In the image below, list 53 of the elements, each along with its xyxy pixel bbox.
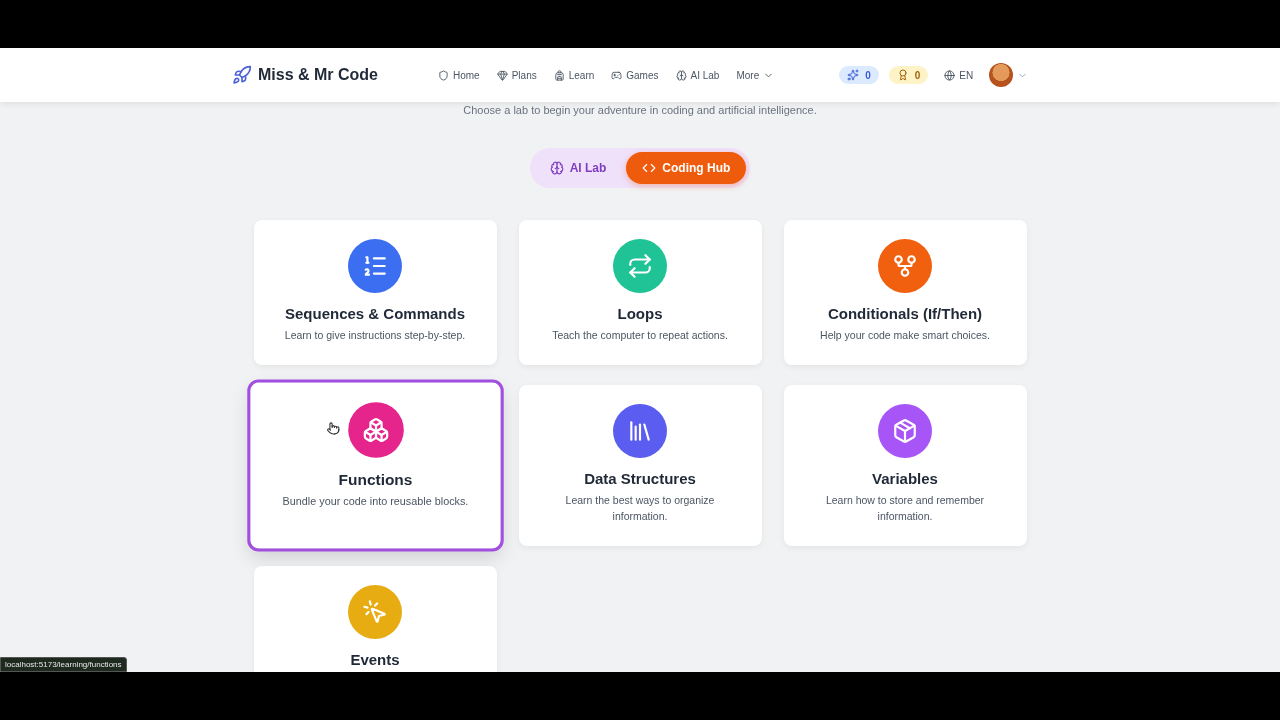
brain-icon	[675, 69, 687, 81]
card-description: Learn how to store and remember information.	[824, 493, 986, 524]
awards-counter[interactable]: 0	[888, 66, 929, 84]
card-title: Events	[350, 651, 400, 668]
card-title: Sequences & Commands	[284, 305, 466, 322]
nav-link[interactable]: Home	[438, 69, 480, 81]
language-button[interactable]: EN	[938, 69, 980, 81]
topic-card[interactable]: Loops Teach the computer to repeat actions.	[518, 220, 762, 365]
sparkle-icon	[847, 69, 860, 81]
hand-cursor-icon	[326, 421, 340, 436]
pointer-click-icon	[362, 599, 388, 625]
card-title: Variables	[872, 470, 938, 487]
nav-link[interactable]: Plans	[496, 69, 537, 81]
subtitle: Choose a lab to begin your adventure in coding and artificial intelligence.	[462, 104, 818, 116]
topic-card[interactable]: Functions Bundle your code into reusable blocks.	[249, 382, 501, 549]
books-icon	[627, 418, 653, 444]
brain-icon	[549, 161, 564, 175]
nav-link[interactable]: Games	[611, 69, 659, 81]
nav-link[interactable]: AI Lab	[675, 69, 720, 81]
box-icon	[892, 418, 918, 444]
award-icon	[896, 69, 909, 81]
card-description: Learn the best ways to organize information.	[564, 493, 716, 524]
gem-icon	[496, 69, 508, 81]
sparks-counter[interactable]: 0	[839, 66, 879, 84]
card-description: Bundle your code into reusable blocks.	[282, 493, 468, 510]
cubes-icon	[361, 416, 389, 444]
lab-tab[interactable]: AI Lab	[533, 152, 623, 184]
branch-icon	[892, 253, 918, 279]
rocket-logo-icon	[232, 65, 252, 85]
brand-name[interactable]: Miss & Mr Code	[258, 66, 378, 84]
topic-card[interactable]: Conditionals (If/Then) Help your code make smart choices.	[783, 220, 1027, 365]
status-url: localhost:5173/learning/functions	[0, 657, 127, 672]
shield-icon	[438, 69, 449, 81]
topic-card[interactable]: Sequences & Commands Learn to give instructions step-by-step.	[253, 220, 497, 365]
nav-link[interactable]: More	[736, 69, 775, 81]
card-title: Conditionals (If/Then)	[827, 305, 983, 322]
gamepad-icon	[611, 69, 623, 81]
card-title: Loops	[617, 305, 663, 322]
nav-link[interactable]: Learn	[553, 69, 595, 81]
card-description: Learn to give instructions step-by-step.	[284, 328, 466, 343]
topic-card[interactable]: Events	[253, 566, 497, 672]
globe-icon	[944, 69, 956, 81]
repeat-icon	[627, 253, 653, 279]
code-icon	[642, 161, 657, 175]
card-description: Help your code make smart choices.	[820, 328, 990, 343]
numbered-list-icon	[362, 253, 388, 279]
card-title: Functions	[338, 470, 412, 488]
topic-card[interactable]: Data Structures Learn the best ways to organize information.	[518, 385, 762, 546]
card-title: Data Structures	[584, 470, 696, 487]
topic-card[interactable]: Variables Learn how to store and remember information.	[783, 385, 1027, 546]
card-description: Teach the computer to repeat actions.	[552, 328, 728, 343]
backpack-icon	[553, 69, 565, 81]
avatar[interactable]	[989, 63, 1014, 87]
